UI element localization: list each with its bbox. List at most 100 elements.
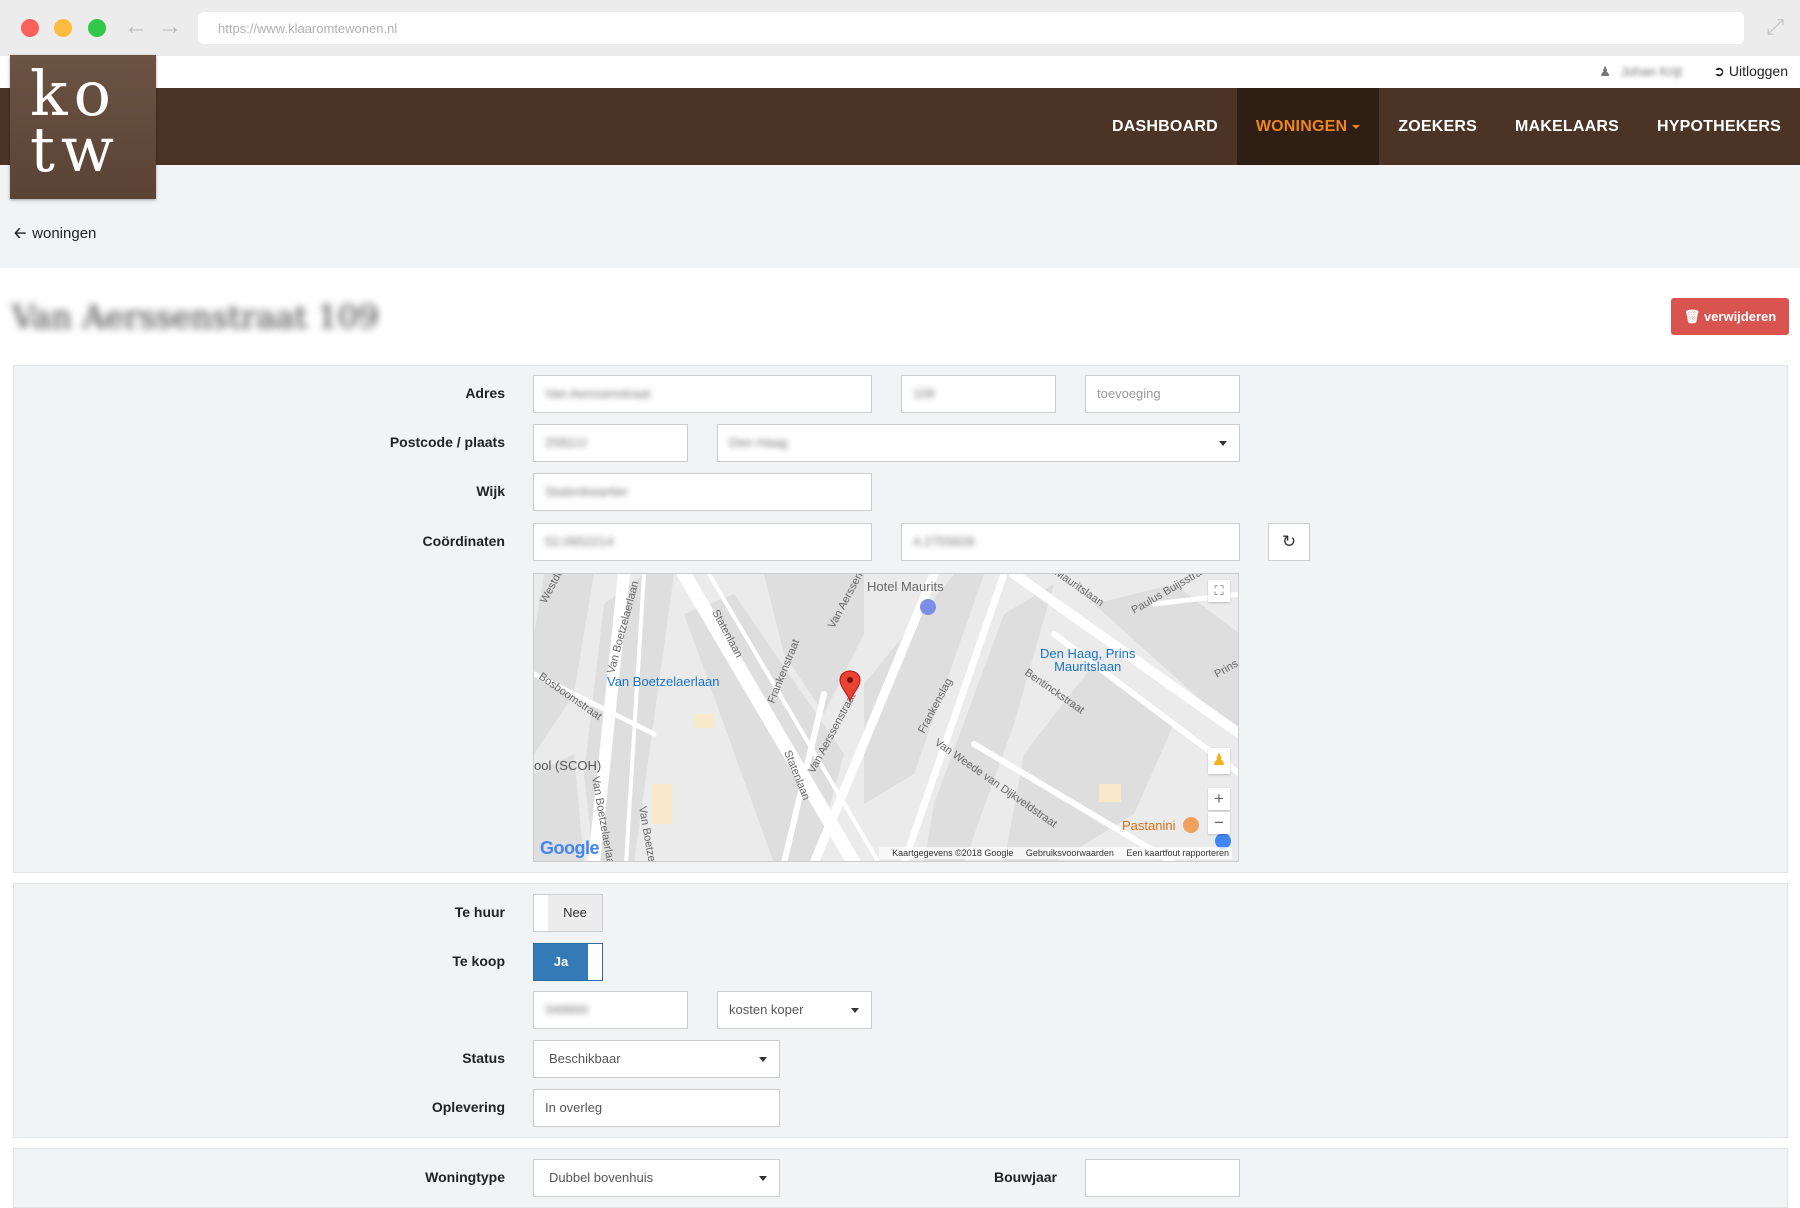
street-value: Van Aerssenstraat — [545, 386, 651, 401]
woningtype-label: Woningtype — [425, 1169, 505, 1185]
chevron-down-icon — [759, 1057, 767, 1062]
nav-makelaars-label: MAKELAARS — [1514, 118, 1619, 135]
city-value: Den Haag — [729, 435, 788, 450]
price-type-value: kosten koper — [729, 1002, 804, 1017]
price-type-select[interactable]: kosten koper — [717, 991, 872, 1029]
zoom-out-button[interactable]: − — [1208, 812, 1230, 834]
map-label-restaurant: Pastanini — [1122, 818, 1176, 833]
window-zoom-button[interactable] — [88, 19, 106, 37]
user-bar: ♟ Johan Krijt ➲ Uitloggen — [0, 56, 1800, 88]
report-error-link[interactable]: Een kaartfout rapporteren — [1126, 848, 1229, 858]
user-icon: ♟ — [1599, 64, 1611, 79]
terms-link[interactable]: Gebruiksvoorwaarden — [1026, 848, 1114, 858]
logout-link[interactable]: ➲ Uitloggen — [1713, 63, 1788, 80]
wijk-value: Statenkwartier — [545, 484, 629, 499]
longitude-value: 4.2755828 — [913, 534, 975, 549]
house-number-input[interactable]: 109 — [901, 375, 1056, 413]
latitude-value: 52.0952214 — [545, 534, 614, 549]
pegman-icon[interactable]: ♟ — [1208, 748, 1230, 774]
street-input[interactable]: Van Aerssenstraat — [533, 375, 872, 413]
map-label-station: Van Boetzelaerlaan — [607, 674, 720, 689]
sale-panel — [13, 883, 1788, 1138]
map-label-hotel: Hotel Maurits — [867, 579, 944, 594]
nav-makelaars[interactable]: MAKELAARS — [1496, 88, 1638, 165]
nav-dashboard[interactable]: DASHBOARD — [1093, 88, 1237, 165]
logo-line-2: tw — [30, 113, 120, 186]
te-koop-value: Ja — [534, 944, 588, 980]
map[interactable]: Statenlaan Statenlaan Frankenstraat Van … — [533, 573, 1239, 862]
refresh-coordinates-button[interactable]: ↻ — [1268, 523, 1310, 561]
browser-chrome: ← → https://www.klaaromtewonen.nl ⤢ — [0, 0, 1800, 57]
url-text: https://www.klaaromtewonen.nl — [218, 21, 398, 36]
oplevering-value: In overleg — [545, 1100, 603, 1115]
woningtype-value: Dubbel bovenhuis — [549, 1170, 654, 1185]
status-value: Beschikbaar — [549, 1051, 621, 1066]
status-select[interactable]: Beschikbaar — [533, 1040, 780, 1078]
sign-out-icon: ➲ — [1713, 63, 1725, 79]
map-label-station-2-line-2: Mauritslaan — [1054, 659, 1122, 674]
hotel-marker-icon — [920, 599, 936, 615]
back-arrow-icon[interactable]: ← — [124, 13, 148, 41]
map-label-station-2: Den Haag, Prins Mauritslaan — [1040, 647, 1135, 673]
breadcrumb[interactable]: 🡠 woningen — [14, 223, 96, 248]
chevron-down-icon — [1352, 124, 1361, 129]
addition-input[interactable]: toevoeging — [1085, 375, 1240, 413]
fullscreen-icon[interactable]: ⛶ — [1208, 580, 1230, 602]
address-bar[interactable]: https://www.klaaromtewonen.nl — [198, 12, 1744, 44]
google-logo: Google — [540, 838, 600, 858]
breadcrumb-bar: 🡠 woningen — [0, 165, 1800, 268]
coordinates-label: Coördinaten — [422, 533, 505, 549]
city-select[interactable]: Den Haag — [717, 424, 1240, 462]
postcode-input[interactable]: 2582JJ — [533, 424, 688, 462]
logo[interactable]: ko tw — [10, 55, 156, 199]
logout-label: Uitloggen — [1728, 63, 1788, 79]
zoom-in-button[interactable]: + — [1208, 788, 1230, 810]
longitude-input[interactable]: 4.2755828 — [901, 523, 1240, 561]
te-koop-toggle[interactable]: Ja — [533, 943, 603, 981]
map-attribution: Kaartgegevens ©2018 Google Gebruiksvoorw… — [879, 847, 1232, 859]
restaurant-marker-icon — [1183, 817, 1199, 833]
nav-hypothekers-label: HYPOTHEKERS — [1657, 118, 1781, 135]
user-menu[interactable]: ♟ Johan Krijt — [1599, 64, 1682, 80]
window-close-button[interactable] — [21, 19, 39, 37]
breadcrumb-back-label: woningen — [32, 225, 97, 242]
bouwjaar-input[interactable] — [1085, 1159, 1240, 1197]
chevron-down-icon — [1219, 441, 1227, 446]
latitude-input[interactable]: 52.0952214 — [533, 523, 872, 561]
wijk-label: Wijk — [476, 483, 505, 499]
attribution-data: Kaartgegevens ©2018 Google — [892, 848, 1014, 858]
woningtype-select[interactable]: Dubbel bovenhuis — [533, 1159, 780, 1197]
te-koop-label: Te koop — [452, 953, 505, 969]
nav-zoekers-label: ZOEKERS — [1398, 118, 1477, 135]
postcode-value: 2582JJ — [545, 435, 587, 450]
trash-icon: 🗑 — [1683, 309, 1701, 324]
forward-arrow-icon[interactable]: → — [158, 13, 182, 41]
bouwjaar-label: Bouwjaar — [993, 1169, 1057, 1185]
price-input[interactable]: 349900 — [533, 991, 688, 1029]
refresh-icon: ↻ — [1281, 532, 1297, 551]
nav-hypothekers[interactable]: HYPOTHEKERS — [1638, 88, 1800, 165]
te-huur-label: Te huur — [454, 904, 505, 920]
chevron-down-icon — [759, 1176, 767, 1181]
status-label: Status — [462, 1050, 505, 1066]
wijk-input[interactable]: Statenkwartier — [533, 473, 872, 511]
delete-button[interactable]: 🗑 verwijderen — [1671, 298, 1789, 335]
postcode-label: Postcode / plaats — [389, 434, 505, 450]
nav-woningen[interactable]: WONINGEN — [1236, 88, 1380, 165]
map-label-school: ool (SCOH) — [534, 758, 602, 773]
price-value: 349900 — [545, 1002, 589, 1017]
arrow-left-icon: 🡠 — [14, 225, 27, 242]
nav-zoekers[interactable]: ZOEKERS — [1379, 88, 1496, 165]
expand-icon[interactable]: ⤢ — [1766, 14, 1784, 40]
te-huur-value: Nee — [548, 895, 602, 931]
user-name: Johan Krijt — [1620, 64, 1682, 79]
te-huur-toggle[interactable]: Nee — [533, 894, 603, 932]
oplevering-input[interactable]: In overleg — [533, 1089, 780, 1127]
chevron-down-icon — [851, 1008, 859, 1013]
main-navbar: DASHBOARD WONINGEN ZOEKERS MAKELAARS HYP… — [0, 88, 1800, 165]
window-minimize-button[interactable] — [54, 19, 72, 37]
oplevering-label: Oplevering — [431, 1099, 505, 1115]
house-number-value: 109 — [913, 386, 935, 401]
adres-label: Adres — [465, 385, 505, 401]
nav-dashboard-label: DASHBOARD — [1112, 118, 1218, 135]
